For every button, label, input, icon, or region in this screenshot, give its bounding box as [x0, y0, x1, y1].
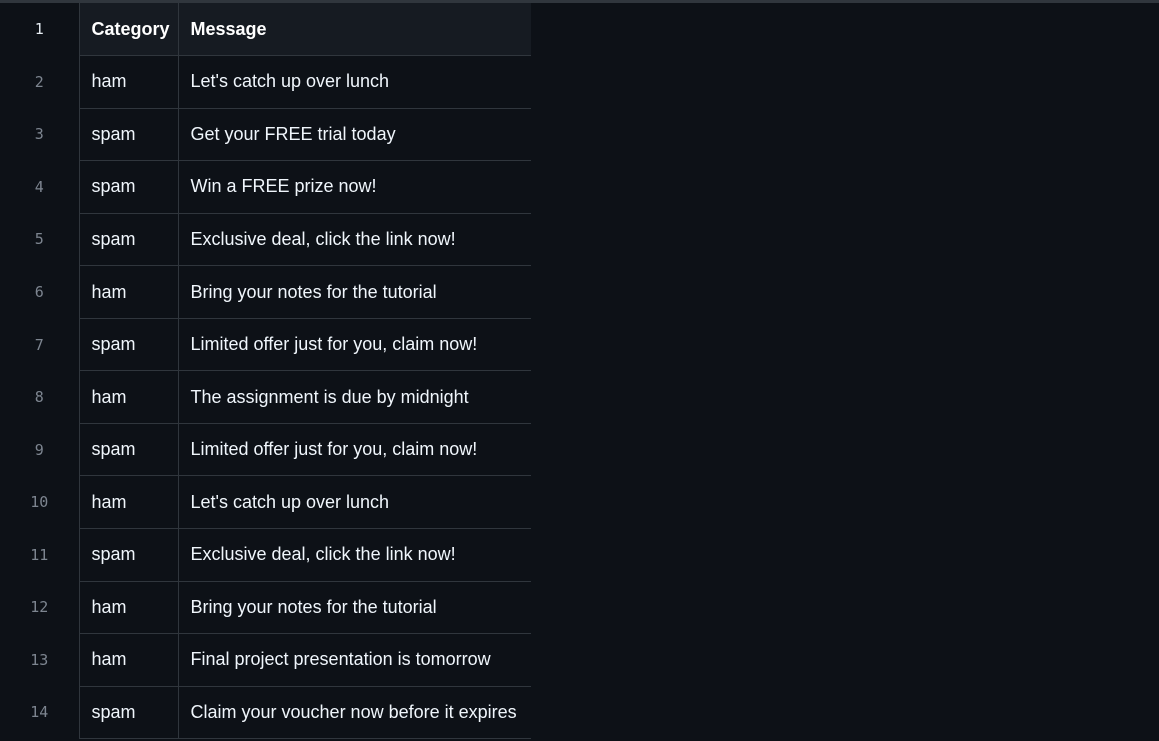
message-cell: Final project presentation is tomorrow	[178, 633, 531, 687]
line-number[interactable]: 9	[0, 423, 80, 476]
line-number[interactable]: 11	[0, 528, 80, 582]
table-row: 10 ham Let's catch up over lunch	[0, 475, 531, 529]
message-cell: Bring your notes for the tutorial	[178, 581, 531, 635]
table-row: 2 ham Let's catch up over lunch	[0, 55, 531, 109]
message-cell: Limited offer just for you, claim now!	[178, 318, 531, 372]
category-cell: ham	[79, 370, 179, 424]
column-header-message: Message	[178, 3, 531, 57]
table-row: 7 spam Limited offer just for you, claim…	[0, 318, 531, 372]
line-number[interactable]: 14	[0, 686, 80, 739]
table-row: 4 spam Win a FREE prize now!	[0, 160, 531, 214]
csv-table-view: 1 Category Message 2 ham Let's catch up …	[0, 3, 1159, 741]
message-cell: Limited offer just for you, claim now!	[178, 423, 531, 477]
line-number[interactable]: 7	[0, 318, 80, 371]
column-header-category: Category	[79, 3, 179, 57]
line-number[interactable]: 3	[0, 108, 80, 161]
table-row: 9 spam Limited offer just for you, claim…	[0, 423, 531, 477]
category-cell: ham	[79, 581, 179, 635]
message-cell: Claim your voucher now before it expires	[178, 686, 531, 740]
table-row: 14 spam Claim your voucher now before it…	[0, 686, 531, 740]
message-cell: Let's catch up over lunch	[178, 475, 531, 529]
message-cell: Exclusive deal, click the link now!	[178, 213, 531, 267]
csv-table: 1 Category Message 2 ham Let's catch up …	[0, 3, 531, 740]
category-cell: spam	[79, 686, 179, 740]
table-row: 6 ham Bring your notes for the tutorial	[0, 265, 531, 319]
message-cell: Win a FREE prize now!	[178, 160, 531, 214]
line-number[interactable]: 8	[0, 370, 80, 424]
line-number[interactable]: 6	[0, 265, 80, 319]
category-cell: spam	[79, 423, 179, 477]
table-row: 11 spam Exclusive deal, click the link n…	[0, 528, 531, 582]
message-cell: Exclusive deal, click the link now!	[178, 528, 531, 582]
table-row: 8 ham The assignment is due by midnight	[0, 370, 531, 424]
message-cell: Get your FREE trial today	[178, 108, 531, 162]
category-cell: ham	[79, 475, 179, 529]
table-header-row: 1 Category Message	[0, 3, 531, 57]
line-number[interactable]: 2	[0, 55, 80, 109]
category-cell: ham	[79, 633, 179, 687]
category-cell: spam	[79, 108, 179, 162]
message-cell: The assignment is due by midnight	[178, 370, 531, 424]
message-cell: Let's catch up over lunch	[178, 55, 531, 109]
line-number[interactable]: 12	[0, 581, 80, 634]
category-cell: ham	[79, 265, 179, 319]
category-cell: spam	[79, 213, 179, 267]
category-cell: spam	[79, 318, 179, 372]
category-cell: ham	[79, 55, 179, 109]
table-row: 5 spam Exclusive deal, click the link no…	[0, 213, 531, 267]
message-cell: Bring your notes for the tutorial	[178, 265, 531, 319]
table-row: 12 ham Bring your notes for the tutorial	[0, 581, 531, 635]
category-cell: spam	[79, 160, 179, 214]
table-body: 2 ham Let's catch up over lunch 3 spam G…	[0, 55, 531, 740]
table-row: 13 ham Final project presentation is tom…	[0, 633, 531, 687]
line-number: 1	[0, 3, 80, 56]
line-number[interactable]: 10	[0, 475, 80, 529]
category-cell: spam	[79, 528, 179, 582]
line-number[interactable]: 4	[0, 160, 80, 214]
line-number[interactable]: 5	[0, 213, 80, 266]
line-number[interactable]: 13	[0, 633, 80, 687]
table-row: 3 spam Get your FREE trial today	[0, 108, 531, 162]
